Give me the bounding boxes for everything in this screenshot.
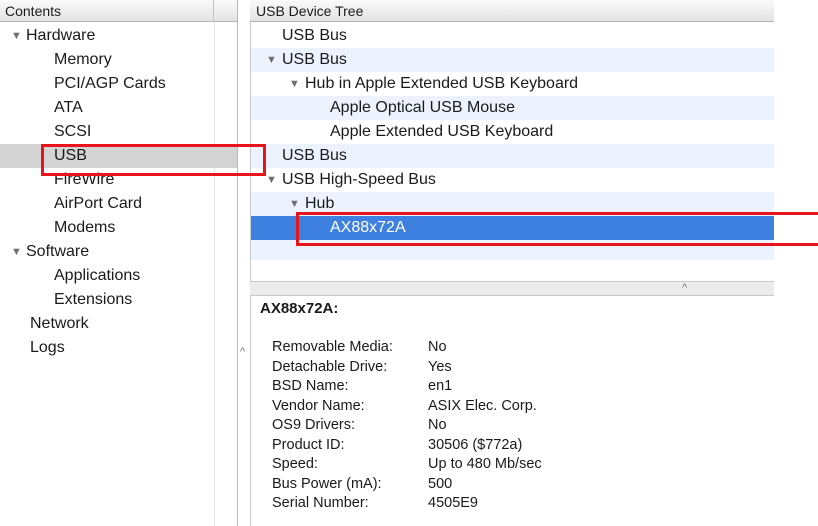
device-row-label: Apple Extended USB Keyboard xyxy=(330,123,554,140)
device-row-extended-keyboard[interactable]: Apple Extended USB Keyboard xyxy=(251,120,774,144)
device-row-hub[interactable]: ▼ Hub xyxy=(251,192,774,216)
prop-label-speed: Speed: xyxy=(272,456,318,472)
disclosure-triangle-icon[interactable]: ▼ xyxy=(266,48,282,72)
chevron-up-icon[interactable]: ^ xyxy=(240,346,245,358)
sidebar-item-applications[interactable]: Applications xyxy=(54,264,140,288)
pane-split-handle[interactable]: ^ xyxy=(250,282,774,296)
contents-header-label: Contents xyxy=(5,3,62,19)
device-row-label: AX88x72A xyxy=(330,219,406,236)
device-row-ax88x72a[interactable]: AX88x72A xyxy=(251,216,774,240)
sidebar-column-rail xyxy=(214,22,215,526)
sidebar-item-logs[interactable]: Logs xyxy=(30,336,65,360)
sidebar-item-ata[interactable]: ATA xyxy=(54,96,83,120)
sidebar-item-label: Hardware xyxy=(26,27,96,44)
device-row-usb-bus-3[interactable]: USB Bus xyxy=(251,144,774,168)
sidebar-item-label: AirPort Card xyxy=(54,195,143,212)
sidebar-item-hardware[interactable]: ▼ Hardware xyxy=(11,24,95,48)
sidebar-item-label: USB xyxy=(54,147,87,164)
prop-label-detachable-drive: Detachable Drive: xyxy=(272,358,388,375)
sidebar-item-extensions[interactable]: Extensions xyxy=(54,288,132,312)
device-detail-title: AX88x72A: xyxy=(260,300,339,317)
device-row-label: Apple Optical USB Mouse xyxy=(330,99,515,116)
sidebar-item-label: SCSI xyxy=(54,123,92,140)
prop-value-bsd-name: en1 xyxy=(428,378,453,394)
device-row-empty xyxy=(251,240,774,260)
sidebar-item-airport-card[interactable]: AirPort Card xyxy=(54,192,142,216)
sidebar-item-pci-agp-cards[interactable]: PCI/AGP Cards xyxy=(54,72,166,96)
sidebar-item-scsi[interactable]: SCSI xyxy=(54,120,91,144)
sidebar-item-label: Memory xyxy=(54,51,112,68)
sidebar-item-usb[interactable]: USB xyxy=(0,144,237,168)
device-row-label: USB Bus xyxy=(282,51,347,68)
device-row-label: Hub in Apple Extended USB Keyboard xyxy=(305,75,579,92)
device-row-usb-bus-1[interactable]: USB Bus xyxy=(251,24,774,48)
contents-column-header[interactable]: Contents xyxy=(0,0,237,22)
sidebar-item-label: Extensions xyxy=(54,291,133,308)
column-divider[interactable] xyxy=(213,0,214,22)
sidebar-item-firewire[interactable]: FireWire xyxy=(54,168,114,192)
disclosure-triangle-icon[interactable]: ▼ xyxy=(266,168,282,192)
sidebar-item-software[interactable]: ▼ Software xyxy=(11,240,89,264)
sidebar-item-label: FireWire xyxy=(54,171,115,188)
sidebar-item-label: Applications xyxy=(54,267,141,284)
device-row-optical-mouse[interactable]: Apple Optical USB Mouse xyxy=(251,96,774,120)
prop-value-serial-number: 4505E9 xyxy=(428,495,478,511)
sidebar-item-label: PCI/AGP Cards xyxy=(54,75,166,92)
usb-device-tree-header[interactable]: USB Device Tree xyxy=(250,0,774,22)
prop-value-product-id: 30506 ($772a) xyxy=(428,436,523,453)
sidebar-item-memory[interactable]: Memory xyxy=(54,48,112,72)
prop-label-bsd-name: BSD Name: xyxy=(272,378,349,394)
device-row-usb-high-speed-bus[interactable]: ▼ USB High-Speed Bus xyxy=(251,168,774,192)
disclosure-triangle-icon[interactable]: ▼ xyxy=(289,192,305,216)
prop-value-os9-drivers: No xyxy=(428,417,447,433)
prop-label-bus-power: Bus Power (mA): xyxy=(272,475,382,492)
device-row-usb-bus-2[interactable]: ▼ USB Bus xyxy=(251,48,774,72)
sidebar-item-network[interactable]: Network xyxy=(30,312,89,336)
prop-value-speed: Up to 480 Mb/sec xyxy=(428,456,542,472)
disclosure-triangle-icon[interactable]: ▼ xyxy=(289,72,305,96)
sidebar-item-label: ATA xyxy=(54,99,83,116)
prop-value-bus-power: 500 xyxy=(428,475,453,492)
sidebar-item-label: Network xyxy=(30,315,89,332)
device-row-label: USB Bus xyxy=(282,147,347,164)
sidebar-item-label: Logs xyxy=(30,339,65,356)
prop-label-os9-drivers: OS9 Drivers: xyxy=(272,417,355,433)
prop-value-removable-media: No xyxy=(428,339,447,355)
usb-device-tree-header-label: USB Device Tree xyxy=(256,3,364,19)
prop-value-detachable-drive: Yes xyxy=(428,358,452,375)
device-row-label: USB High-Speed Bus xyxy=(282,171,436,188)
device-row-label: Hub xyxy=(305,195,335,212)
prop-label-serial-number: Serial Number: xyxy=(272,495,369,511)
prop-label-product-id: Product ID: xyxy=(272,436,345,453)
chevron-up-icon[interactable]: ^ xyxy=(682,282,687,294)
prop-label-vendor-name: Vendor Name: xyxy=(272,397,365,414)
device-row-label: USB Bus xyxy=(282,27,347,44)
device-row-keyboard-hub[interactable]: ▼ Hub in Apple Extended USB Keyboard xyxy=(251,72,774,96)
prop-value-vendor-name: ASIX Elec. Corp. xyxy=(428,397,537,414)
sidebar-item-modems[interactable]: Modems xyxy=(54,216,115,240)
sidebar-item-label: Software xyxy=(26,243,90,260)
disclosure-triangle-icon[interactable]: ▼ xyxy=(11,24,26,48)
sidebar-item-label: Modems xyxy=(54,219,116,236)
disclosure-triangle-icon[interactable]: ▼ xyxy=(11,240,26,264)
prop-label-removable-media: Removable Media: xyxy=(272,339,393,355)
